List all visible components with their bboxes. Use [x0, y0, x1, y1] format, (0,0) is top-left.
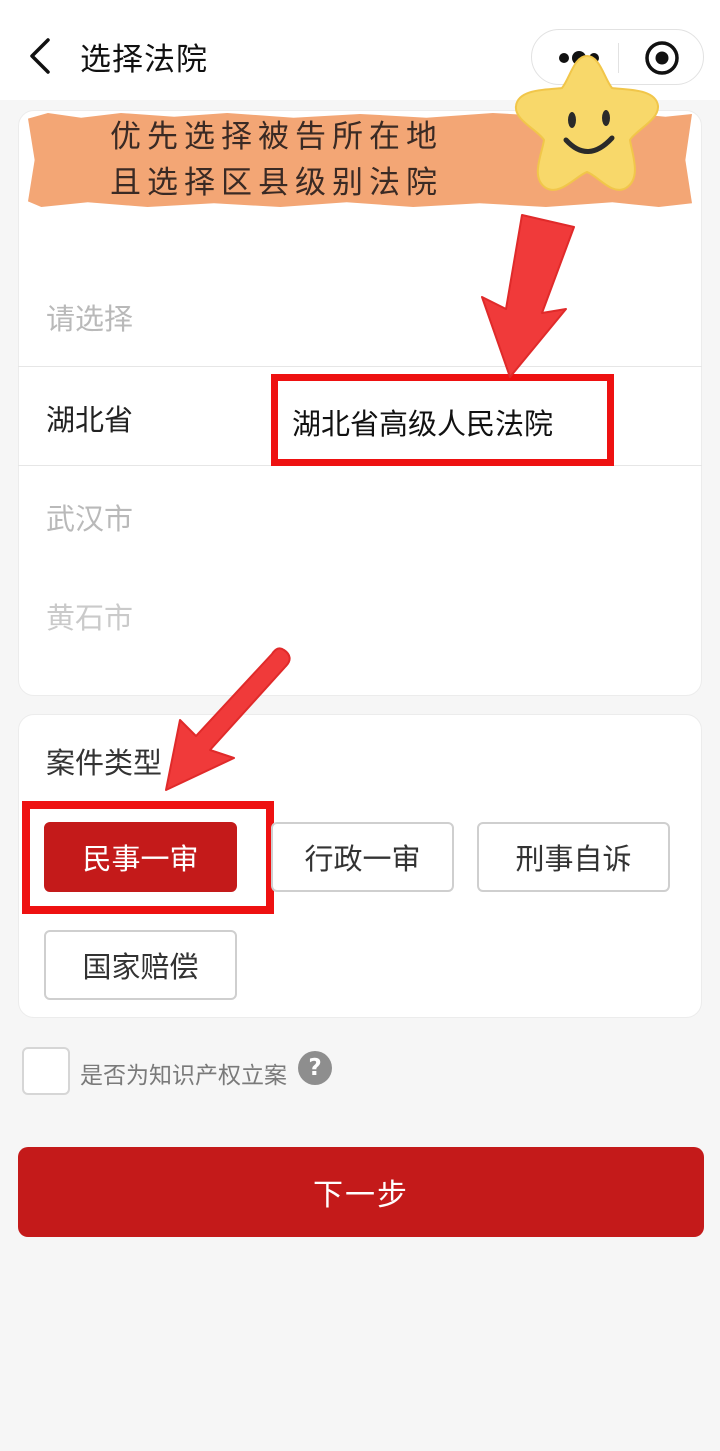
selected-court-highlight[interactable]: 湖北省高级人民法院	[271, 374, 614, 466]
page-title: 选择法院	[80, 42, 208, 78]
picker-row-placeholder[interactable]: 请选择	[18, 266, 702, 365]
city-label: 黄石市	[46, 601, 134, 635]
picker-row-city-huangshi[interactable]: 黄石市	[18, 565, 702, 664]
annotation-text: 优先选择被告所在地 且选择区县级别法院	[110, 114, 550, 206]
province-label: 湖北省	[46, 403, 134, 437]
question-mark-icon[interactable]: ?	[298, 1051, 332, 1085]
ip-filing-checkbox[interactable]	[22, 1047, 70, 1095]
back-button[interactable]	[26, 36, 56, 76]
case-type-title: 案件类型	[46, 746, 163, 780]
arrow-down-left-icon	[165, 647, 291, 791]
option-administrative-first-instance[interactable]: 行政一审	[271, 822, 454, 892]
picker-placeholder: 请选择	[46, 302, 134, 336]
next-step-button[interactable]: 下一步	[18, 1147, 704, 1237]
ip-filing-label: 是否为知识产权立案	[80, 1063, 287, 1089]
selected-court-label: 湖北省高级人民法院	[292, 407, 554, 441]
annotation-line-1: 优先选择被告所在地	[110, 119, 443, 155]
chevron-left-icon	[30, 38, 50, 74]
option-civil-first-instance[interactable]: 民事一审	[44, 822, 237, 892]
option-state-compensation[interactable]: 国家赔偿	[44, 930, 237, 1000]
annotation-line-2: 且选择区县级别法院	[110, 165, 443, 201]
arrow-down-icon	[481, 214, 575, 378]
city-label: 武汉市	[46, 502, 134, 536]
smiley-star-icon	[514, 54, 660, 191]
picker-row-city-wuhan[interactable]: 武汉市	[18, 465, 702, 564]
option-criminal-private-prosecution[interactable]: 刑事自诉	[477, 822, 670, 892]
